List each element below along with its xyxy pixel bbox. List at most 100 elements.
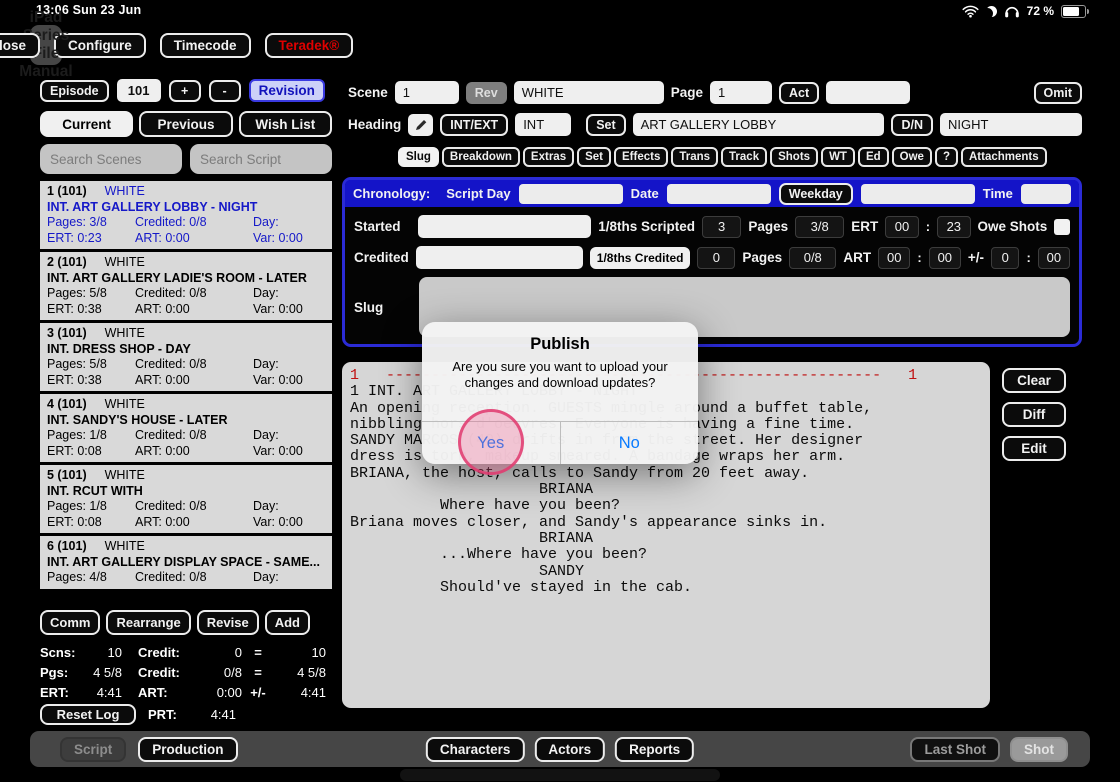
scene-list-item[interactable]: 1 (101) WHITE INT. ART GALLERY LOBBY - NIG… [40, 181, 332, 249]
scene-color: WHITE [104, 539, 145, 553]
sidebar-tab-previous[interactable]: Previous [139, 111, 233, 137]
scene-list-item[interactable]: 5 (101) WHITE INT. RCUT WITH Pages: 1/8 Cred… [40, 465, 332, 533]
scene-color: WHITE [104, 468, 145, 482]
colon: : [917, 250, 922, 265]
tab-effects[interactable]: Effects [614, 147, 669, 167]
scene-ert: ERT: 0:08 [47, 443, 102, 458]
search-scenes-input[interactable]: Search Scenes [40, 144, 182, 174]
scene-list[interactable]: 1 (101) WHITE INT. ART GALLERY LOBBY - NIG… [40, 181, 332, 605]
production-button[interactable]: Production [138, 736, 238, 762]
scene-number: 3 (101) [47, 326, 87, 340]
scene-item-header: 3 (101) WHITE [47, 326, 325, 342]
act-field[interactable] [826, 81, 911, 104]
credited-pages-field[interactable]: 0/8 [789, 246, 837, 269]
diff-button[interactable]: Diff [1002, 402, 1066, 427]
actors-button[interactable]: Actors [534, 736, 606, 762]
ert-minutes-field[interactable]: 23 [937, 215, 971, 238]
search-script-input[interactable]: Search Script [190, 144, 332, 174]
plus-minus-hours-field[interactable]: 0 [991, 246, 1020, 269]
rev-button[interactable]: Rev [465, 81, 507, 104]
credited-eighths-button[interactable]: 1/8ths Credited [589, 246, 691, 269]
chronology-bar: Chronology: Script Day Date Weekday Time [345, 180, 1079, 207]
script-button[interactable]: Script [60, 736, 127, 762]
plus-minus-minutes-field[interactable]: 00 [1037, 246, 1071, 269]
sidebar-tab-wish-list[interactable]: Wish List [238, 111, 332, 137]
characters-button[interactable]: Characters [425, 736, 525, 762]
scripted-eighths-field[interactable]: 3 [702, 215, 742, 238]
tab-breakdown[interactable]: Breakdown [441, 147, 520, 167]
credited-field[interactable] [415, 246, 583, 269]
clear-button[interactable]: Clear [1002, 368, 1066, 393]
tab-shots[interactable]: Shots [770, 147, 819, 167]
scene-stats-row: Pages: 1/8 Credited: 0/8 Day: [47, 428, 325, 444]
dn-button[interactable]: D/N [891, 113, 933, 136]
scene-ert: ERT: 0:38 [47, 372, 102, 387]
revision-button[interactable]: Revision [248, 79, 325, 102]
ert-hours-field[interactable]: 00 [885, 215, 919, 238]
date-field[interactable] [666, 183, 771, 204]
battery-icon [1061, 4, 1089, 18]
started-field[interactable] [418, 215, 592, 238]
reports-button[interactable]: Reports [615, 736, 695, 762]
shot-button[interactable]: Shot [1010, 736, 1068, 762]
act-button[interactable]: Act [779, 81, 820, 104]
timecode-button[interactable]: Timecode [159, 32, 251, 58]
close-button[interactable]: Close [0, 32, 40, 58]
battery-percent: 72 % [1026, 4, 1054, 18]
scene-list-item[interactable]: 3 (101) WHITE INT. DRESS SHOP - DAY Pages: … [40, 323, 332, 391]
scene-ert: ERT: 0:08 [47, 514, 102, 529]
tab-extras[interactable]: Extras [522, 147, 575, 167]
tab-set[interactable]: Set [577, 147, 611, 167]
art-minutes-field[interactable]: 00 [928, 246, 961, 269]
weekday-button[interactable]: Weekday [778, 182, 853, 205]
int-ext-field[interactable]: INT [515, 113, 572, 136]
script-day-label: Script Day [446, 186, 511, 201]
tab-track[interactable]: Track [721, 147, 768, 167]
script-day-field[interactable] [518, 183, 623, 204]
tab-ed[interactable]: Ed [857, 147, 889, 167]
episode-minus-button[interactable]: - [208, 79, 241, 102]
int-ext-button[interactable]: INT/EXT [440, 113, 509, 136]
totals-row: Scns: 10 Credit: 0 = 10 [40, 642, 340, 662]
tab-slug[interactable]: Slug [398, 147, 439, 167]
set-field[interactable]: ART GALLERY LOBBY [632, 113, 885, 136]
scene-color-field[interactable]: WHITE [513, 81, 664, 104]
heading-label: Heading [348, 117, 402, 132]
teradek-button[interactable]: Teradek® [264, 32, 354, 58]
owe-shots-checkbox[interactable] [1054, 218, 1070, 235]
started-pages-field[interactable]: 3/8 [795, 215, 845, 238]
scene-times-row: ERT: 0:38 ART: 0:00 Var: 0:00 [47, 373, 325, 389]
scene-color: WHITE [104, 326, 145, 340]
set-button[interactable]: Set [586, 113, 626, 136]
comm-button[interactable]: Comm [40, 610, 101, 635]
tab-wt[interactable]: WT [821, 147, 855, 167]
edit-button[interactable]: Edit [1002, 436, 1066, 461]
credited-eighths-field[interactable]: 0 [697, 246, 736, 269]
tab-owe[interactable]: Owe [891, 147, 932, 167]
scene-list-item[interactable]: 2 (101) WHITE INT. ART GALLERY LADIE'S ROO… [40, 252, 332, 320]
episode-number-field[interactable]: 101 [116, 79, 161, 102]
add-button[interactable]: Add [264, 610, 310, 635]
art-hours-field[interactable]: 00 [878, 246, 911, 269]
time-field[interactable] [1020, 183, 1071, 204]
edit-heading-button[interactable] [408, 113, 434, 136]
reset-log-button[interactable]: Reset Log [40, 704, 136, 725]
last-shot-button[interactable]: Last Shot [910, 736, 1000, 762]
dn-field[interactable]: NIGHT [940, 113, 1082, 136]
page-field[interactable]: 1 [710, 81, 772, 104]
revise-button[interactable]: Revise [196, 610, 259, 635]
tab-[interactable]: ? [934, 147, 958, 167]
episode-plus-button[interactable]: + [168, 79, 201, 102]
tab-attachments[interactable]: Attachments [960, 147, 1047, 167]
tab-trans[interactable]: Trans [671, 147, 719, 167]
episode-button[interactable]: Episode [40, 79, 109, 102]
scene-var: Var: 0:00 [253, 514, 303, 529]
scene-list-item[interactable]: 4 (101) WHITE INT. SANDY'S HOUSE - LATER Pa… [40, 394, 332, 462]
sidebar-tab-current[interactable]: Current [40, 111, 134, 137]
scene-list-item[interactable]: 6 (101) WHITE INT. ART GALLERY DISPLAY SPA… [40, 536, 332, 589]
omit-button[interactable]: Omit [1033, 81, 1082, 104]
rearrange-button[interactable]: Rearrange [106, 610, 191, 635]
weekday-field[interactable] [860, 183, 975, 204]
scene-number-field[interactable]: 1 [394, 81, 459, 104]
dialog-no-button[interactable]: No [559, 422, 699, 464]
